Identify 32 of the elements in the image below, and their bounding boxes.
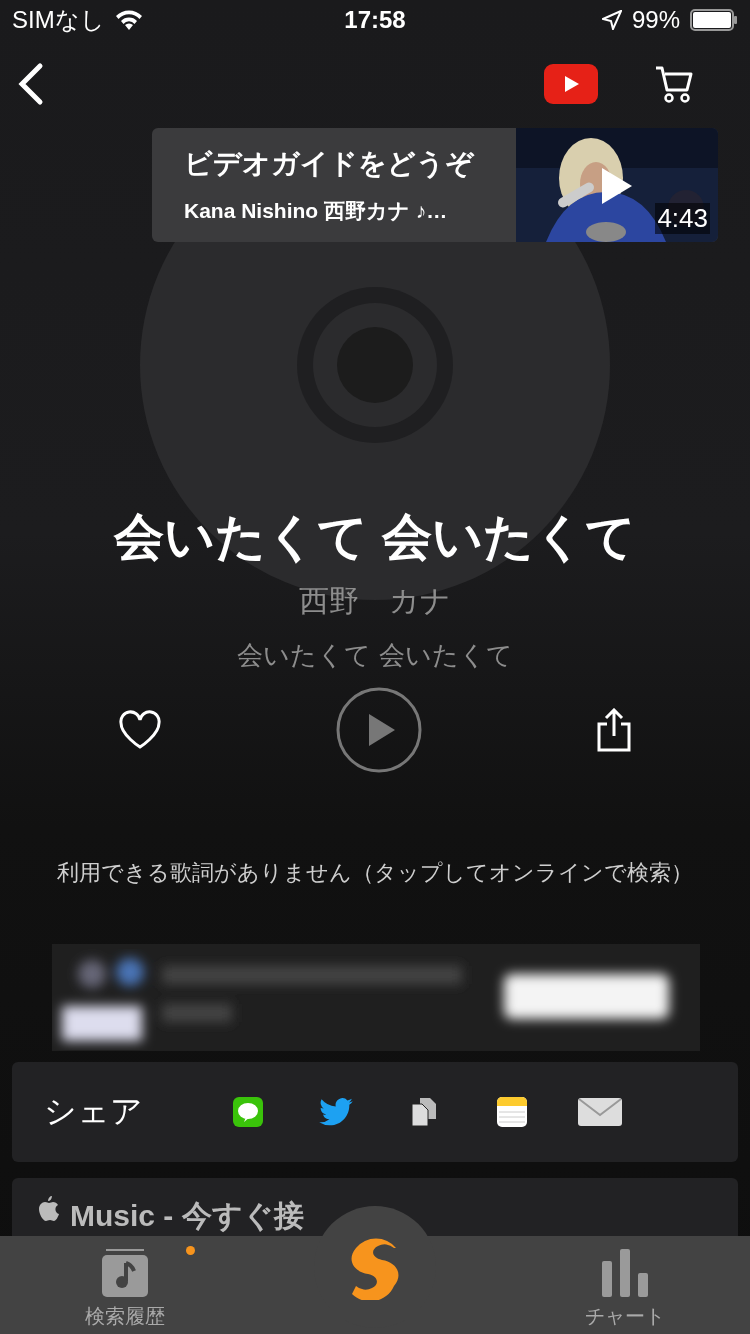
tab-bar-item[interactable]: チャート (500, 1236, 750, 1334)
apple-icon (36, 1196, 60, 1224)
video-guide-title: ビデオガイドをどうぞ (184, 147, 476, 181)
like-button[interactable] (118, 710, 162, 750)
artist-name: 西野 カナ (299, 583, 451, 619)
lyrics-search-link[interactable]: 利用できる歌詞がありません（タップしてオンラインで検索） (0, 858, 750, 888)
cart-button[interactable] (654, 64, 694, 104)
album-name: 会いたくて 会いたくて (237, 639, 513, 672)
share-button[interactable] (596, 708, 632, 752)
battery-icon (690, 9, 738, 31)
music-note-icon (102, 1249, 148, 1297)
bird-icon (319, 1098, 353, 1126)
envelope-icon (578, 1098, 622, 1126)
chat-bubble-icon (233, 1097, 263, 1127)
battery-percent: 99% (631, 6, 680, 34)
apple-music-title: Music - 今すぐ接 (70, 1198, 304, 1234)
carrier-label: SIMなし (12, 5, 105, 35)
video-subtitle: Kana Nishino 西野カナ ♪… (184, 198, 449, 224)
play-icon (602, 168, 632, 204)
tab-bar-item[interactable]: 検索履歴 (0, 1236, 250, 1334)
wifi-icon (114, 10, 143, 30)
video-duration: 4:43 (655, 203, 710, 234)
video-guide-card[interactable]: ビデオガイドをどうぞ Kana Nishino 西野カナ ♪… 4:43 (152, 128, 718, 242)
video-play-button[interactable] (544, 64, 598, 104)
copy-icon (411, 1097, 437, 1127)
bar-chart-icon (602, 1249, 648, 1297)
song-title: 会いたくて 会いたくて (114, 508, 636, 567)
clock: 17:58 (344, 6, 406, 34)
share-label: シェア (44, 1092, 144, 1131)
notepad-icon (497, 1097, 527, 1127)
play-button[interactable] (335, 686, 423, 774)
location-arrow-icon (601, 10, 622, 30)
